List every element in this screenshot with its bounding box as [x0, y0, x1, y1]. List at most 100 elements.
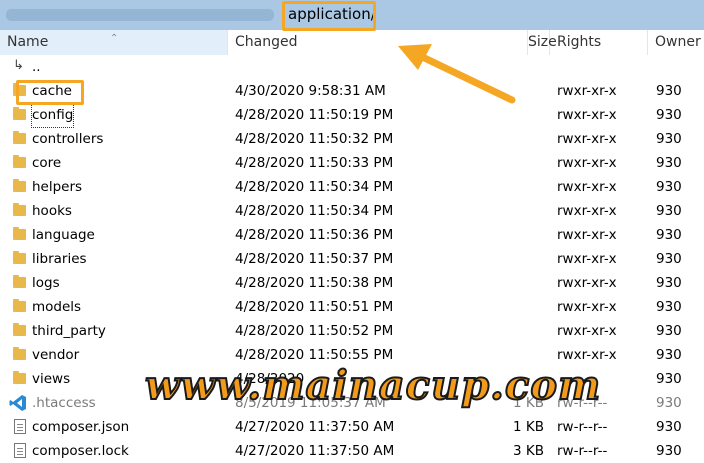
file-owner: 930 — [656, 323, 682, 339]
file-rights: rwxr-xr-x — [557, 275, 617, 291]
file-rights: rwxr-xr-x — [557, 107, 617, 123]
folder-icon — [13, 275, 26, 288]
file-changed: 4/28/2020 11:50:34 PM — [235, 179, 394, 195]
file-changed: 4/28/2020 11:50:38 PM — [235, 275, 394, 291]
file-changed: 4/27/2020 11:37:50 AM — [235, 443, 395, 459]
folder-icon — [13, 131, 26, 144]
file-owner: 930 — [656, 419, 682, 435]
file-owner: 930 — [656, 155, 682, 171]
watermark-text: www.mainacup.com — [144, 361, 602, 410]
file-name: core — [32, 155, 62, 171]
file-name: composer.json — [32, 419, 130, 435]
file-owner: 930 — [656, 371, 682, 387]
column-header-row: Name ⌃ Changed Size Rights Owner — [0, 30, 704, 55]
file-changed: 4/28/2020 11:50:34 PM — [235, 203, 394, 219]
folder-icon — [13, 299, 26, 312]
table-row[interactable]: hooks 4/28/2020 11:50:34 PM rwxr-xr-x 930 — [0, 199, 704, 223]
table-row[interactable]: logs 4/28/2020 11:50:38 PM rwxr-xr-x 930 — [0, 271, 704, 295]
file-name: .. — [32, 59, 41, 75]
blurred-path-prefix — [6, 9, 274, 21]
file-name: logs — [32, 275, 60, 291]
file-name: libraries — [32, 251, 87, 267]
folder-icon — [13, 323, 26, 336]
file-rights: rwxr-xr-x — [557, 251, 617, 267]
file-changed: 4/28/2020 11:50:51 PM — [235, 299, 394, 315]
folder-icon — [13, 203, 26, 216]
table-row[interactable]: language 4/28/2020 11:50:36 PM rwxr-xr-x 93… — [0, 223, 704, 247]
file-name: .htaccess — [32, 395, 96, 411]
table-row[interactable]: composer.json 4/27/2020 11:37:50 AM 1 KB rw… — [0, 415, 704, 439]
file-icon — [14, 419, 26, 434]
folder-icon — [13, 155, 26, 168]
file-changed: 4/28/2020 11:50:33 PM — [235, 155, 394, 171]
table-row[interactable]: config 4/28/2020 11:50:19 PM rwxr-xr-x 930 — [0, 102, 704, 128]
file-changed: 4/30/2020 9:58:31 AM — [235, 83, 386, 99]
file-owner: 930 — [656, 275, 682, 291]
table-row[interactable]: third_party 4/28/2020 11:50:52 PM rwxr-xr-… — [0, 319, 704, 343]
column-header-size[interactable]: Size — [528, 30, 557, 55]
vscode-file-icon — [9, 395, 26, 411]
file-owner: 930 — [656, 443, 682, 459]
file-rights: rwxr-xr-x — [557, 299, 617, 315]
table-row[interactable]: core 4/28/2020 11:50:33 PM rwxr-xr-x 930 — [0, 151, 704, 175]
table-row[interactable]: controllers 4/28/2020 11:50:32 PM rwxr-xr-… — [0, 127, 704, 151]
file-rights: rwxr-xr-x — [557, 203, 617, 219]
column-header-rights[interactable]: Rights — [550, 30, 648, 55]
file-rights: rwxr-xr-x — [557, 323, 617, 339]
file-name: composer.lock — [32, 443, 129, 459]
file-owner: 930 — [656, 83, 682, 99]
file-owner: 930 — [656, 107, 682, 123]
folder-icon — [13, 227, 26, 240]
file-changed: 4/28/2020 11:50:37 PM — [235, 251, 394, 267]
file-owner: 930 — [656, 131, 682, 147]
column-header-owner[interactable]: Owner — [648, 30, 704, 55]
folder-icon — [13, 347, 26, 360]
table-row[interactable]: ↳.. — [0, 55, 704, 79]
file-changed: 4/28/2020 11:50:19 PM — [235, 107, 394, 123]
file-owner: 930 — [656, 179, 682, 195]
file-owner: 930 — [656, 347, 682, 363]
file-owner: 930 — [656, 251, 682, 267]
file-rights: rw-r--r-- — [557, 443, 608, 459]
file-name: config — [30, 102, 75, 128]
file-name: third_party — [32, 323, 106, 339]
annotation-arrow-icon — [398, 44, 516, 104]
folder-icon — [13, 107, 26, 120]
folder-icon — [13, 371, 26, 384]
table-row[interactable]: composer.lock 4/27/2020 11:37:50 AM 3 KB rw… — [0, 439, 704, 463]
file-name: helpers — [32, 179, 83, 195]
file-name: language — [32, 227, 95, 243]
table-row[interactable]: cache 4/30/2020 9:58:31 AM rwxr-xr-x 930 — [0, 79, 704, 103]
file-name: controllers — [32, 131, 104, 147]
highlight-cache — [16, 80, 84, 105]
file-rights: rw-r--r-- — [557, 419, 608, 435]
file-rights: rwxr-xr-x — [557, 131, 617, 147]
table-row[interactable]: models 4/28/2020 11:50:51 PM rwxr-xr-x 930 — [0, 295, 704, 319]
file-owner: 930 — [656, 299, 682, 315]
file-name: vendor — [32, 347, 80, 363]
sort-ascending-icon: ⌃ — [110, 33, 119, 44]
file-changed: 4/27/2020 11:37:50 AM — [235, 419, 395, 435]
highlight-path — [282, 1, 376, 31]
file-icon — [14, 443, 26, 458]
file-name: views — [32, 371, 71, 387]
file-rights: rwxr-xr-x — [557, 179, 617, 195]
file-changed: 4/28/2020 11:50:32 PM — [235, 131, 394, 147]
parent-directory-icon: ↳ — [13, 58, 24, 73]
file-owner: 930 — [656, 395, 682, 411]
table-row[interactable]: helpers 4/28/2020 11:50:34 PM rwxr-xr-x 930 — [0, 175, 704, 199]
file-rights: rwxr-xr-x — [557, 83, 617, 99]
table-row[interactable]: libraries 4/28/2020 11:50:37 PM rwxr-xr-x 9… — [0, 247, 704, 271]
file-owner: 930 — [656, 227, 682, 243]
folder-icon — [13, 179, 26, 192]
column-header-name[interactable]: Name ⌃ — [0, 30, 228, 55]
file-changed: 4/28/2020 11:50:52 PM — [235, 323, 394, 339]
file-rights: rwxr-xr-x — [557, 155, 617, 171]
file-name: models — [32, 299, 82, 315]
file-rights: rwxr-xr-x — [557, 227, 617, 243]
file-changed: 4/28/2020 11:50:36 PM — [235, 227, 394, 243]
file-size: 1 KB — [513, 419, 544, 435]
file-name: hooks — [32, 203, 72, 219]
file-size: 3 KB — [513, 443, 544, 459]
folder-icon — [13, 251, 26, 264]
